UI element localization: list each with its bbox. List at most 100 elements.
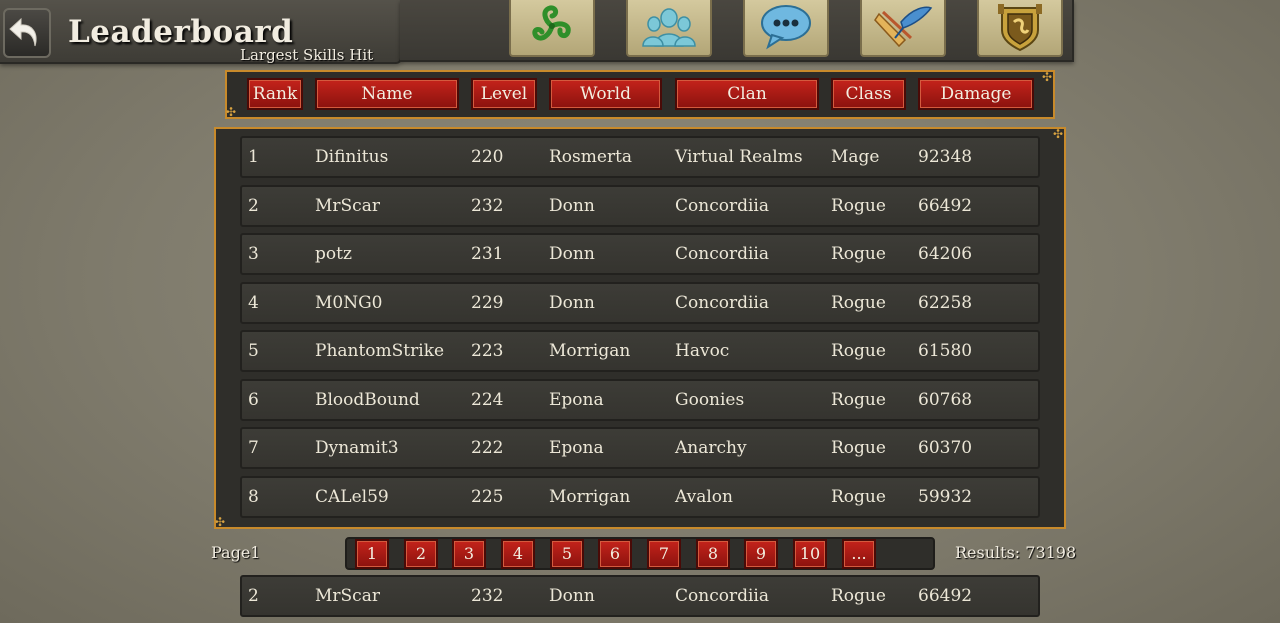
level-cell: 232: [471, 586, 504, 606]
level-cell: 232: [471, 196, 504, 216]
page-button-8[interactable]: 8: [696, 539, 730, 569]
page-button-5[interactable]: 5: [550, 539, 584, 569]
corner-ornament-icon: ✣: [226, 105, 237, 119]
damage-cell: 62258: [918, 293, 973, 313]
name-cell: BloodBound: [315, 390, 420, 410]
rank-cell: 8: [248, 487, 259, 507]
world-cell: Morrigan: [549, 487, 631, 507]
world-cell: Donn: [549, 244, 595, 264]
world-cell: Donn: [549, 586, 595, 606]
page-button-7[interactable]: 7: [647, 539, 681, 569]
table-row[interactable]: 3 potz 231 Donn Concordiia Rogue 64206: [240, 233, 1040, 275]
world-cell: Rosmerta: [549, 147, 633, 167]
damage-cell: 60768: [918, 390, 973, 410]
table-row[interactable]: 7 Dynamit3 222 Epona Anarchy Rogue 60370: [240, 427, 1040, 469]
menu-button-quests[interactable]: [860, 0, 946, 57]
page-button-4[interactable]: 4: [501, 539, 535, 569]
world-cell: Donn: [549, 196, 595, 216]
my-rank-row[interactable]: 2 MrScar 232 Donn Concordiia Rogue 66492: [240, 575, 1040, 617]
back-button[interactable]: [3, 8, 51, 58]
level-cell: 231: [471, 244, 504, 264]
rank-cell: 7: [248, 438, 259, 458]
world-cell: Epona: [549, 390, 604, 410]
class-cell: Rogue: [831, 487, 886, 507]
clan-cell: Concordiia: [675, 586, 769, 606]
back-arrow-icon: [5, 10, 49, 56]
clan-cell: Virtual Realms: [675, 147, 803, 167]
column-header-class[interactable]: Class: [831, 78, 906, 110]
name-cell: CALel59: [315, 487, 389, 507]
rank-cell: 1: [248, 147, 259, 167]
name-cell: Dynamit3: [315, 438, 399, 458]
level-cell: 229: [471, 293, 504, 313]
column-header-damage[interactable]: Damage: [918, 78, 1034, 110]
clan-cell: Concordiia: [675, 293, 769, 313]
shield-emblem-icon: [992, 0, 1048, 56]
table-row[interactable]: 8 CALel59 225 Morrigan Avalon Rogue 5993…: [240, 476, 1040, 518]
world-cell: Morrigan: [549, 341, 631, 361]
page-subtitle: Largest Skills Hit: [240, 46, 374, 64]
page-button-9[interactable]: 9: [744, 539, 778, 569]
world-cell: Epona: [549, 438, 604, 458]
menu-button-shop[interactable]: [977, 0, 1063, 57]
menu-button-skills[interactable]: [509, 0, 595, 57]
column-header-clan[interactable]: Clan: [675, 78, 819, 110]
clan-cell: Anarchy: [675, 438, 747, 458]
class-cell: Rogue: [831, 244, 886, 264]
damage-cell: 61580: [918, 341, 973, 361]
rank-cell: 2: [248, 196, 259, 216]
rank-cell: 3: [248, 244, 259, 264]
results-count: Results: 73198: [955, 543, 1077, 562]
clan-cell: Havoc: [675, 341, 730, 361]
class-cell: Rogue: [831, 341, 886, 361]
damage-cell: 92348: [918, 147, 973, 167]
class-cell: Rogue: [831, 438, 886, 458]
class-cell: Rogue: [831, 293, 886, 313]
column-header-rank[interactable]: Rank: [247, 78, 303, 110]
page-button-1[interactable]: 1: [355, 539, 389, 569]
page-button-6[interactable]: 6: [598, 539, 632, 569]
rank-cell: 5: [248, 341, 259, 361]
damage-cell: 66492: [918, 196, 973, 216]
corner-ornament-icon: ✣: [1042, 70, 1053, 84]
corner-ornament-icon: ✣: [1053, 127, 1064, 141]
friends-icon: [639, 2, 699, 54]
clan-cell: Goonies: [675, 390, 745, 410]
page-button-more[interactable]: ...: [842, 539, 876, 569]
column-header-world[interactable]: World: [549, 78, 662, 110]
name-cell: Difinitus: [315, 147, 389, 167]
table-row[interactable]: 4 M0NG0 229 Donn Concordiia Rogue 62258: [240, 282, 1040, 324]
triskelion-icon: [524, 2, 580, 54]
chat-bubble-icon: [756, 1, 816, 55]
name-cell: PhantomStrike: [315, 341, 445, 361]
menu-button-chat[interactable]: [743, 0, 829, 57]
class-cell: Rogue: [831, 586, 886, 606]
table-row[interactable]: 5 PhantomStrike 223 Morrigan Havoc Rogue…: [240, 330, 1040, 372]
table-row[interactable]: 6 BloodBound 224 Epona Goonies Rogue 607…: [240, 379, 1040, 421]
level-cell: 223: [471, 341, 504, 361]
menu-button-social[interactable]: [626, 0, 712, 57]
class-cell: Rogue: [831, 196, 886, 216]
rank-cell: 6: [248, 390, 259, 410]
page-button-10[interactable]: 10: [793, 539, 827, 569]
world-cell: Donn: [549, 293, 595, 313]
clan-cell: Concordiia: [675, 244, 769, 264]
name-cell: potz: [315, 244, 352, 264]
level-cell: 225: [471, 487, 504, 507]
page-button-3[interactable]: 3: [452, 539, 486, 569]
level-cell: 224: [471, 390, 504, 410]
column-header-level[interactable]: Level: [471, 78, 537, 110]
table-row[interactable]: 2 MrScar 232 Donn Concordiia Rogue 66492: [240, 185, 1040, 227]
name-cell: MrScar: [315, 196, 380, 216]
clan-cell: Avalon: [675, 487, 733, 507]
column-header-name[interactable]: Name: [315, 78, 459, 110]
class-cell: Rogue: [831, 390, 886, 410]
page-title: Leaderboard: [68, 14, 294, 50]
level-cell: 220: [471, 147, 504, 167]
page-button-2[interactable]: 2: [404, 539, 438, 569]
damage-cell: 66492: [918, 586, 973, 606]
name-cell: MrScar: [315, 586, 380, 606]
class-cell: Mage: [831, 147, 880, 167]
table-row[interactable]: 1 Difinitus 220 Rosmerta Virtual Realms …: [240, 136, 1040, 178]
level-cell: 222: [471, 438, 504, 458]
